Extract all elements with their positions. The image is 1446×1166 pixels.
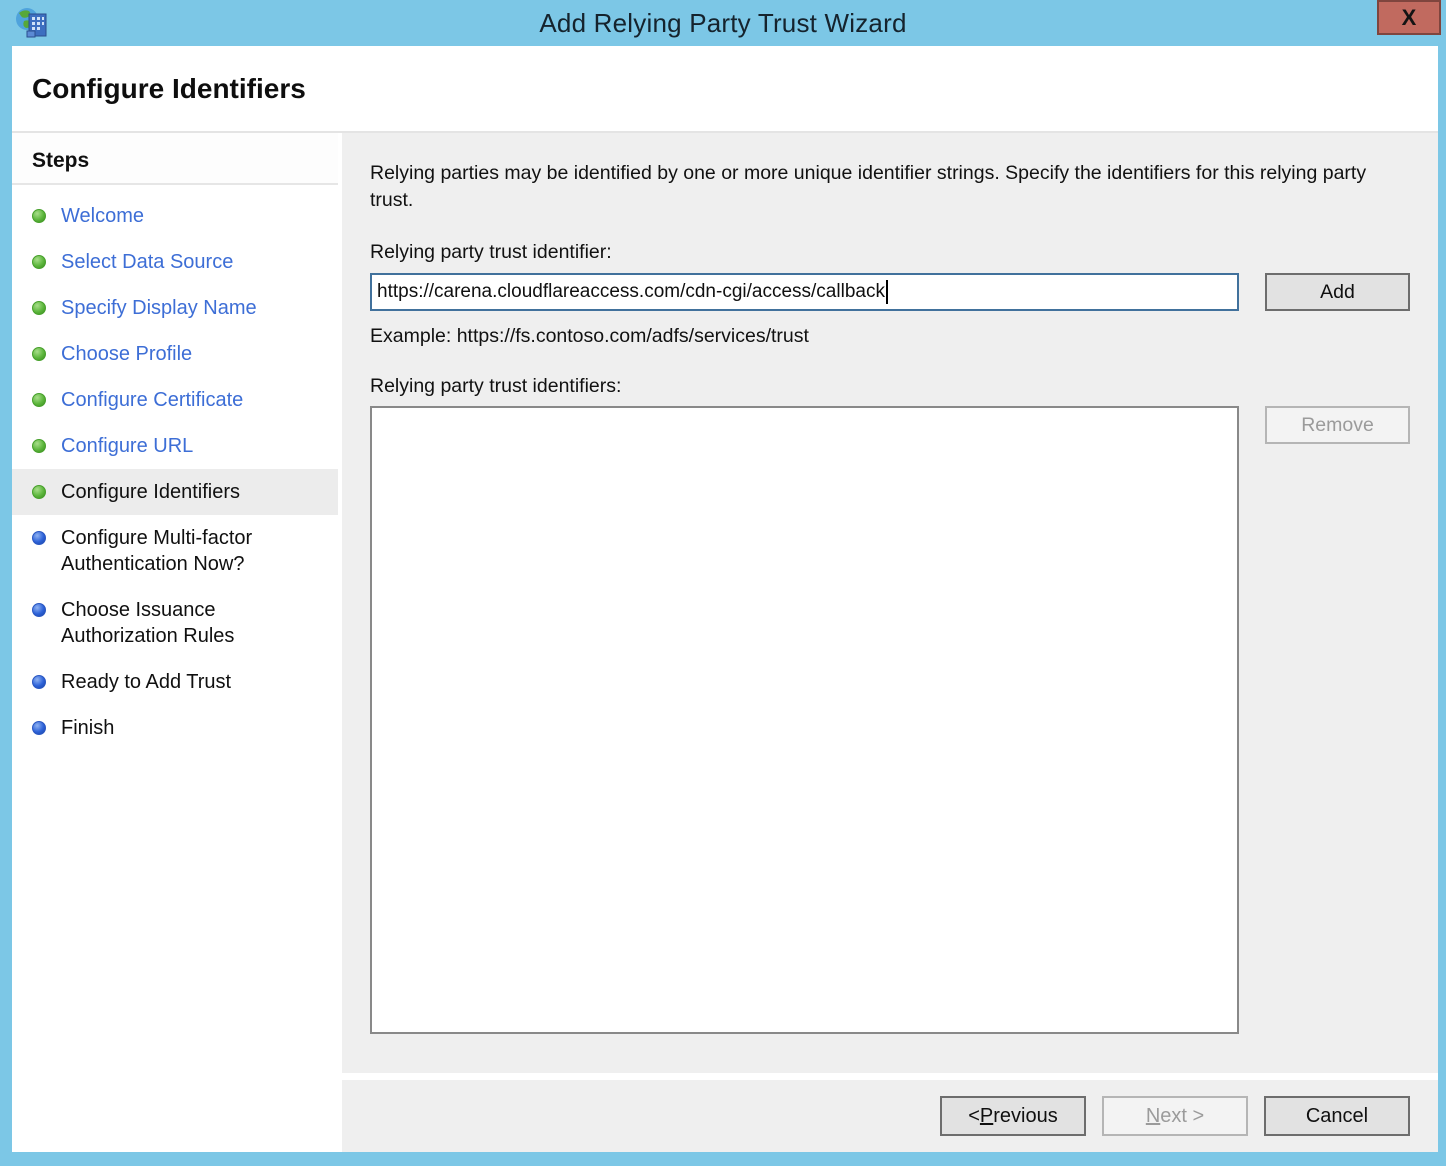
step-label: Configure URL <box>61 433 193 459</box>
sidebar-item-configure-certificate[interactable]: Configure Certificate <box>12 377 338 423</box>
step-label: Specify Display Name <box>61 295 257 321</box>
step-label: Ready to Add Trust <box>61 669 231 695</box>
previous-button[interactable]: < Previous <box>940 1096 1086 1136</box>
steps-heading: Steps <box>12 133 338 185</box>
sidebar-item-ready-to-add-trust: Ready to Add Trust <box>12 659 338 705</box>
sidebar-item-finish: Finish <box>12 705 338 751</box>
step-status-icon <box>32 255 46 269</box>
step-label: Configure Certificate <box>61 387 243 413</box>
identifier-input-value: https://carena.cloudflareaccess.com/cdn-… <box>377 281 885 303</box>
main-pane: Relying parties may be identified by one… <box>342 133 1438 1073</box>
sidebar-item-welcome[interactable]: Welcome <box>12 193 338 239</box>
sidebar-item-configure-multi-factor-authentication-now: Configure Multi-factor Authentication No… <box>12 515 338 587</box>
window-title: Add Relying Party Trust Wizard <box>539 8 906 39</box>
sidebar-item-configure-url[interactable]: Configure URL <box>12 423 338 469</box>
sidebar-item-specify-display-name[interactable]: Specify Display Name <box>12 285 338 331</box>
next-button[interactable]: Next > <box>1102 1096 1248 1136</box>
page-description: Relying parties may be identified by one… <box>370 160 1395 214</box>
step-status-icon <box>32 301 46 315</box>
sidebar-item-select-data-source[interactable]: Select Data Source <box>12 239 338 285</box>
example-text: Example: https://fs.contoso.com/adfs/ser… <box>370 325 1413 348</box>
step-label: Select Data Source <box>61 249 233 275</box>
identifier-field-label: Relying party trust identifier: <box>370 241 1413 264</box>
title-bar: Add Relying Party Trust Wizard X <box>0 0 1446 46</box>
step-label: Choose Issuance Authorization Rules <box>61 597 311 649</box>
remove-button[interactable]: Remove <box>1265 406 1410 444</box>
text-caret <box>886 280 888 304</box>
step-label: Choose Profile <box>61 341 192 367</box>
footer-button-bar: < Previous Next > Cancel <box>342 1080 1438 1152</box>
step-status-icon <box>32 209 46 223</box>
step-status-icon <box>32 439 46 453</box>
add-button[interactable]: Add <box>1265 273 1410 311</box>
steps-sidebar: Steps Welcome Select Data Source Specify D… <box>12 133 342 1152</box>
step-status-icon <box>32 721 46 735</box>
steps-list: Welcome Select Data Source Specify Display… <box>12 185 338 751</box>
sidebar-item-configure-identifiers[interactable]: Configure Identifiers <box>12 469 338 515</box>
step-status-icon <box>32 531 46 545</box>
identifier-input[interactable]: https://carena.cloudflareaccess.com/cdn-… <box>370 273 1239 311</box>
step-status-icon <box>32 393 46 407</box>
wizard-window: Add Relying Party Trust Wizard X Configu… <box>0 0 1446 1166</box>
step-status-icon <box>32 485 46 499</box>
page-title: Configure Identifiers <box>32 73 306 105</box>
adfs-app-icon <box>14 5 50 41</box>
sidebar-item-choose-profile[interactable]: Choose Profile <box>12 331 338 377</box>
step-label: Configure Identifiers <box>61 479 240 505</box>
cancel-button[interactable]: Cancel <box>1264 1096 1410 1136</box>
close-button[interactable]: X <box>1377 0 1441 35</box>
step-label: Welcome <box>61 203 144 229</box>
footer-divider <box>342 1073 1438 1080</box>
identifiers-list-label: Relying party trust identifiers: <box>370 375 1413 398</box>
identifiers-listbox[interactable] <box>370 406 1239 1034</box>
step-status-icon <box>32 347 46 361</box>
window-frame: Configure Identifiers Steps Welcome Selec… <box>12 46 1438 1152</box>
page-header: Configure Identifiers <box>12 46 1438 133</box>
step-label: Finish <box>61 715 114 741</box>
step-status-icon <box>32 675 46 689</box>
step-label: Configure Multi-factor Authentication No… <box>61 525 311 577</box>
sidebar-item-choose-issuance-authorization-rules: Choose Issuance Authorization Rules <box>12 587 338 659</box>
step-status-icon <box>32 603 46 617</box>
